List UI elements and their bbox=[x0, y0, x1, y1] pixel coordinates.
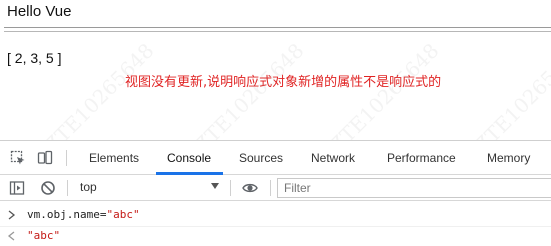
clear-console-icon[interactable] bbox=[40, 180, 56, 196]
divider bbox=[4, 31, 551, 32]
sidebar-toggle-icon[interactable] bbox=[9, 180, 25, 196]
command-prefix: vm.obj.name= bbox=[27, 208, 107, 221]
chevron-down-icon[interactable] bbox=[211, 183, 219, 189]
array-output: [ 2, 3, 5 ] bbox=[7, 50, 62, 66]
context-selector[interactable]: top bbox=[80, 180, 97, 194]
tab-console[interactable]: Console bbox=[167, 151, 211, 165]
devtools-panel: Elements Console Sources Network Perform… bbox=[0, 140, 551, 246]
devtools-tabbar: Elements Console Sources Network Perform… bbox=[0, 141, 551, 175]
toolbar-separator bbox=[67, 180, 68, 196]
annotation-note: 视图没有更新,说明响应式对象新增的属性不是响应式的 bbox=[125, 75, 442, 90]
filter-input[interactable]: Filter bbox=[277, 178, 551, 198]
console-output: vm.obj.name="abc" "abc" bbox=[0, 202, 551, 246]
tab-network[interactable]: Network bbox=[311, 151, 355, 165]
page-heading: Hello Vue bbox=[7, 3, 72, 20]
tab-sources[interactable]: Sources bbox=[239, 151, 283, 165]
divider bbox=[4, 27, 551, 28]
console-command: vm.obj.name="abc" bbox=[27, 208, 140, 221]
tab-performance[interactable]: Performance bbox=[387, 151, 456, 165]
app-page: Hello Vue [ 2, 3, 5 ] 视图没有更新,说明响应式对象新增的属… bbox=[0, 0, 551, 157]
tab-memory[interactable]: Memory bbox=[487, 151, 530, 165]
console-input-line: vm.obj.name="abc" bbox=[0, 206, 551, 226]
command-value: "abc" bbox=[106, 208, 140, 221]
tab-elements[interactable]: Elements bbox=[89, 151, 139, 165]
toolbar-separator bbox=[230, 180, 231, 196]
toolbar-separator bbox=[66, 150, 67, 166]
console-result: "abc" bbox=[27, 229, 61, 242]
chevron-left-icon bbox=[7, 230, 17, 242]
console-result-line: "abc" bbox=[0, 226, 551, 246]
eye-icon[interactable] bbox=[242, 180, 258, 196]
device-toolbar-icon[interactable] bbox=[37, 150, 53, 166]
toolbar-separator bbox=[270, 180, 271, 196]
inspect-element-icon[interactable] bbox=[10, 150, 26, 166]
chevron-right-icon bbox=[7, 209, 17, 221]
console-toolbar: top Filter bbox=[0, 175, 551, 201]
